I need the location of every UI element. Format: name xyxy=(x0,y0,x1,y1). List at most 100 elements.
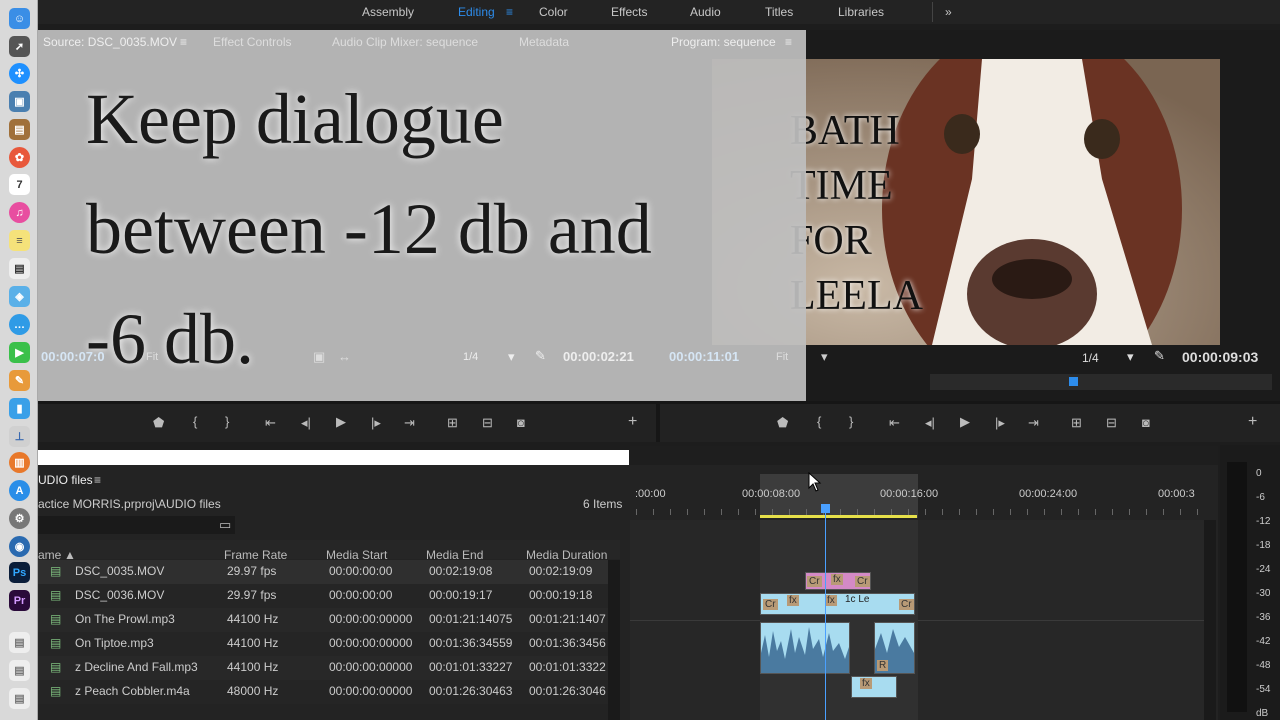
play-icon[interactable]: ▶ xyxy=(960,414,970,430)
add-button-icon[interactable]: + xyxy=(628,413,637,431)
clip-transition[interactable]: Cr xyxy=(807,576,822,587)
clip-transition[interactable]: Cr xyxy=(855,576,870,587)
workspace-tab-titles[interactable]: Titles xyxy=(765,5,793,19)
workspace-tab-effects[interactable]: Effects xyxy=(611,5,647,19)
video-clip[interactable] xyxy=(760,593,915,615)
overwrite-icon[interactable]: ⊟ xyxy=(482,415,493,431)
table-row[interactable]: ▤ z Decline And Fall.mp3 44100 Hz 00:00:00:… xyxy=(38,656,608,680)
wrench-icon[interactable]: ✎ xyxy=(535,348,546,364)
go-to-in-icon[interactable]: ⇤ xyxy=(265,415,276,431)
program-fit[interactable]: Fit xyxy=(776,351,788,363)
table-row[interactable]: ▤ On The Prowl.mp3 44100 Hz 00:00:00:00000 0… xyxy=(38,608,608,632)
mark-out-icon[interactable]: } xyxy=(225,414,229,429)
workspace-more-icon[interactable]: » xyxy=(945,5,952,19)
safe-margins-icon[interactable]: ▣ xyxy=(313,349,325,365)
export-frame-icon[interactable]: ◙ xyxy=(517,415,525,430)
work-area-bar[interactable] xyxy=(760,515,917,518)
mark-out-icon[interactable]: } xyxy=(849,414,853,429)
lift-icon[interactable]: ⊞ xyxy=(1071,415,1082,431)
fx-icon[interactable]: fx xyxy=(831,574,843,585)
document-icon[interactable]: ▤ xyxy=(9,632,30,653)
scrollbar[interactable] xyxy=(1204,520,1216,720)
export-frame-icon[interactable]: ◙ xyxy=(1142,415,1150,430)
program-timecode[interactable]: 00:00:11:01 xyxy=(669,349,739,364)
source-fit[interactable]: Fit xyxy=(146,351,158,363)
search-input[interactable] xyxy=(38,516,235,534)
facetime-icon[interactable]: ▶ xyxy=(9,342,30,363)
premiere-icon[interactable]: Pr xyxy=(9,590,30,611)
tab-metadata[interactable]: Metadata xyxy=(519,35,569,49)
step-back-icon[interactable]: ◂| xyxy=(301,415,311,431)
contacts-icon[interactable]: ▤ xyxy=(9,119,30,140)
audio-clip[interactable] xyxy=(760,622,850,674)
table-row[interactable]: ▤ DSC_0036.MOV 29.97 fps 00:00:00:00 00:00:1… xyxy=(38,584,608,608)
clip-transition[interactable]: Cr xyxy=(899,599,914,610)
add-marker-icon[interactable]: ⬟ xyxy=(777,415,788,431)
numbers-icon[interactable]: ▮ xyxy=(9,398,30,419)
add-button-icon[interactable]: + xyxy=(1248,413,1257,431)
source-timecode[interactable]: 00:00:07:0 xyxy=(41,349,105,364)
calendar-icon[interactable]: 7 xyxy=(9,174,30,195)
fx-icon[interactable]: fx xyxy=(860,678,872,689)
keynote-icon[interactable]: ⊥ xyxy=(9,426,30,447)
insert-icon[interactable]: ↔ xyxy=(338,349,351,364)
extract-icon[interactable]: ⊟ xyxy=(1106,415,1117,431)
textedit-icon[interactable]: ▤ xyxy=(9,258,30,279)
workspace-tab-color[interactable]: Color xyxy=(539,5,568,19)
ibooks-icon[interactable]: ▥ xyxy=(9,452,30,473)
chevron-down-icon[interactable]: ▾ xyxy=(508,349,515,365)
clip-transition[interactable]: Cr xyxy=(763,599,778,610)
workspace-tab-libraries[interactable]: Libraries xyxy=(838,5,884,19)
workspace-tab-editing[interactable]: Editing xyxy=(458,5,495,19)
document-icon[interactable]: ▤ xyxy=(9,660,30,681)
document-icon[interactable]: ▤ xyxy=(9,688,30,709)
mark-in-icon[interactable]: { xyxy=(817,414,821,429)
music-icon[interactable]: ♫ xyxy=(9,202,30,223)
add-marker-icon[interactable]: ⬟ xyxy=(153,415,164,431)
step-forward-icon[interactable]: |▸ xyxy=(995,415,1005,431)
notes-icon[interactable]: ≡ xyxy=(9,230,30,251)
tab-audio-clip-mixer[interactable]: Audio Clip Mixer: sequence xyxy=(332,35,478,49)
project-title[interactable]: UDIO files xyxy=(38,473,93,487)
workspace-tab-assembly[interactable]: Assembly xyxy=(362,5,414,19)
launchpad-icon[interactable]: ➚ xyxy=(9,36,30,57)
new-bin-icon[interactable]: ▭ xyxy=(219,517,231,533)
chevron-down-icon[interactable]: ▾ xyxy=(1127,349,1134,365)
step-back-icon[interactable]: ◂| xyxy=(925,415,935,431)
panel-menu-icon[interactable]: ≡ xyxy=(180,35,187,49)
photos-icon[interactable]: ✿ xyxy=(9,147,30,168)
play-icon[interactable]: ▶ xyxy=(336,414,346,430)
photoshop-icon[interactable]: Ps xyxy=(9,562,30,583)
preview-icon[interactable]: ▣ xyxy=(9,91,30,112)
program-resolution[interactable]: 1/4 xyxy=(1082,351,1099,365)
safari-icon[interactable]: ✣ xyxy=(9,63,30,84)
tab-program[interactable]: Program: sequence xyxy=(671,35,776,49)
fx-icon[interactable]: fx xyxy=(825,595,837,606)
tab-source[interactable]: Source: DSC_0035.MOV xyxy=(43,35,177,49)
workspace-menu-icon[interactable]: ≡ xyxy=(506,5,513,19)
appstore-icon[interactable]: A xyxy=(9,480,30,501)
pages-icon[interactable]: ✎ xyxy=(9,370,30,391)
messages-icon[interactable]: … xyxy=(9,314,30,335)
go-to-out-icon[interactable]: ⇥ xyxy=(1028,415,1039,431)
finder-icon[interactable]: ☺ xyxy=(9,8,30,29)
maps-icon[interactable]: ◈ xyxy=(9,286,30,307)
table-row[interactable]: ▤ On Tiptoe.mp3 44100 Hz 00:00:00:00000 00:0… xyxy=(38,632,608,656)
go-to-in-icon[interactable]: ⇤ xyxy=(889,415,900,431)
browser-icon[interactable]: ◉ xyxy=(9,536,30,557)
panel-menu-icon[interactable]: ≡ xyxy=(94,473,101,487)
playhead-line[interactable] xyxy=(825,506,826,720)
source-resolution[interactable]: 1/4 xyxy=(463,351,478,363)
mark-in-icon[interactable]: { xyxy=(193,414,197,429)
playhead-icon[interactable] xyxy=(1069,377,1078,386)
go-to-out-icon[interactable]: ⇥ xyxy=(404,415,415,431)
chevron-down-icon[interactable]: ▾ xyxy=(821,349,828,365)
program-scrubber[interactable] xyxy=(930,374,1272,390)
panel-menu-icon[interactable]: ≡ xyxy=(785,35,792,49)
audio-clip[interactable] xyxy=(851,676,897,698)
system-prefs-icon[interactable]: ⚙ xyxy=(9,508,30,529)
scrollbar[interactable] xyxy=(608,560,620,720)
fx-icon[interactable]: fx xyxy=(787,595,799,606)
tab-effect-controls[interactable]: Effect Controls xyxy=(213,35,291,49)
playhead-icon[interactable] xyxy=(821,504,830,513)
